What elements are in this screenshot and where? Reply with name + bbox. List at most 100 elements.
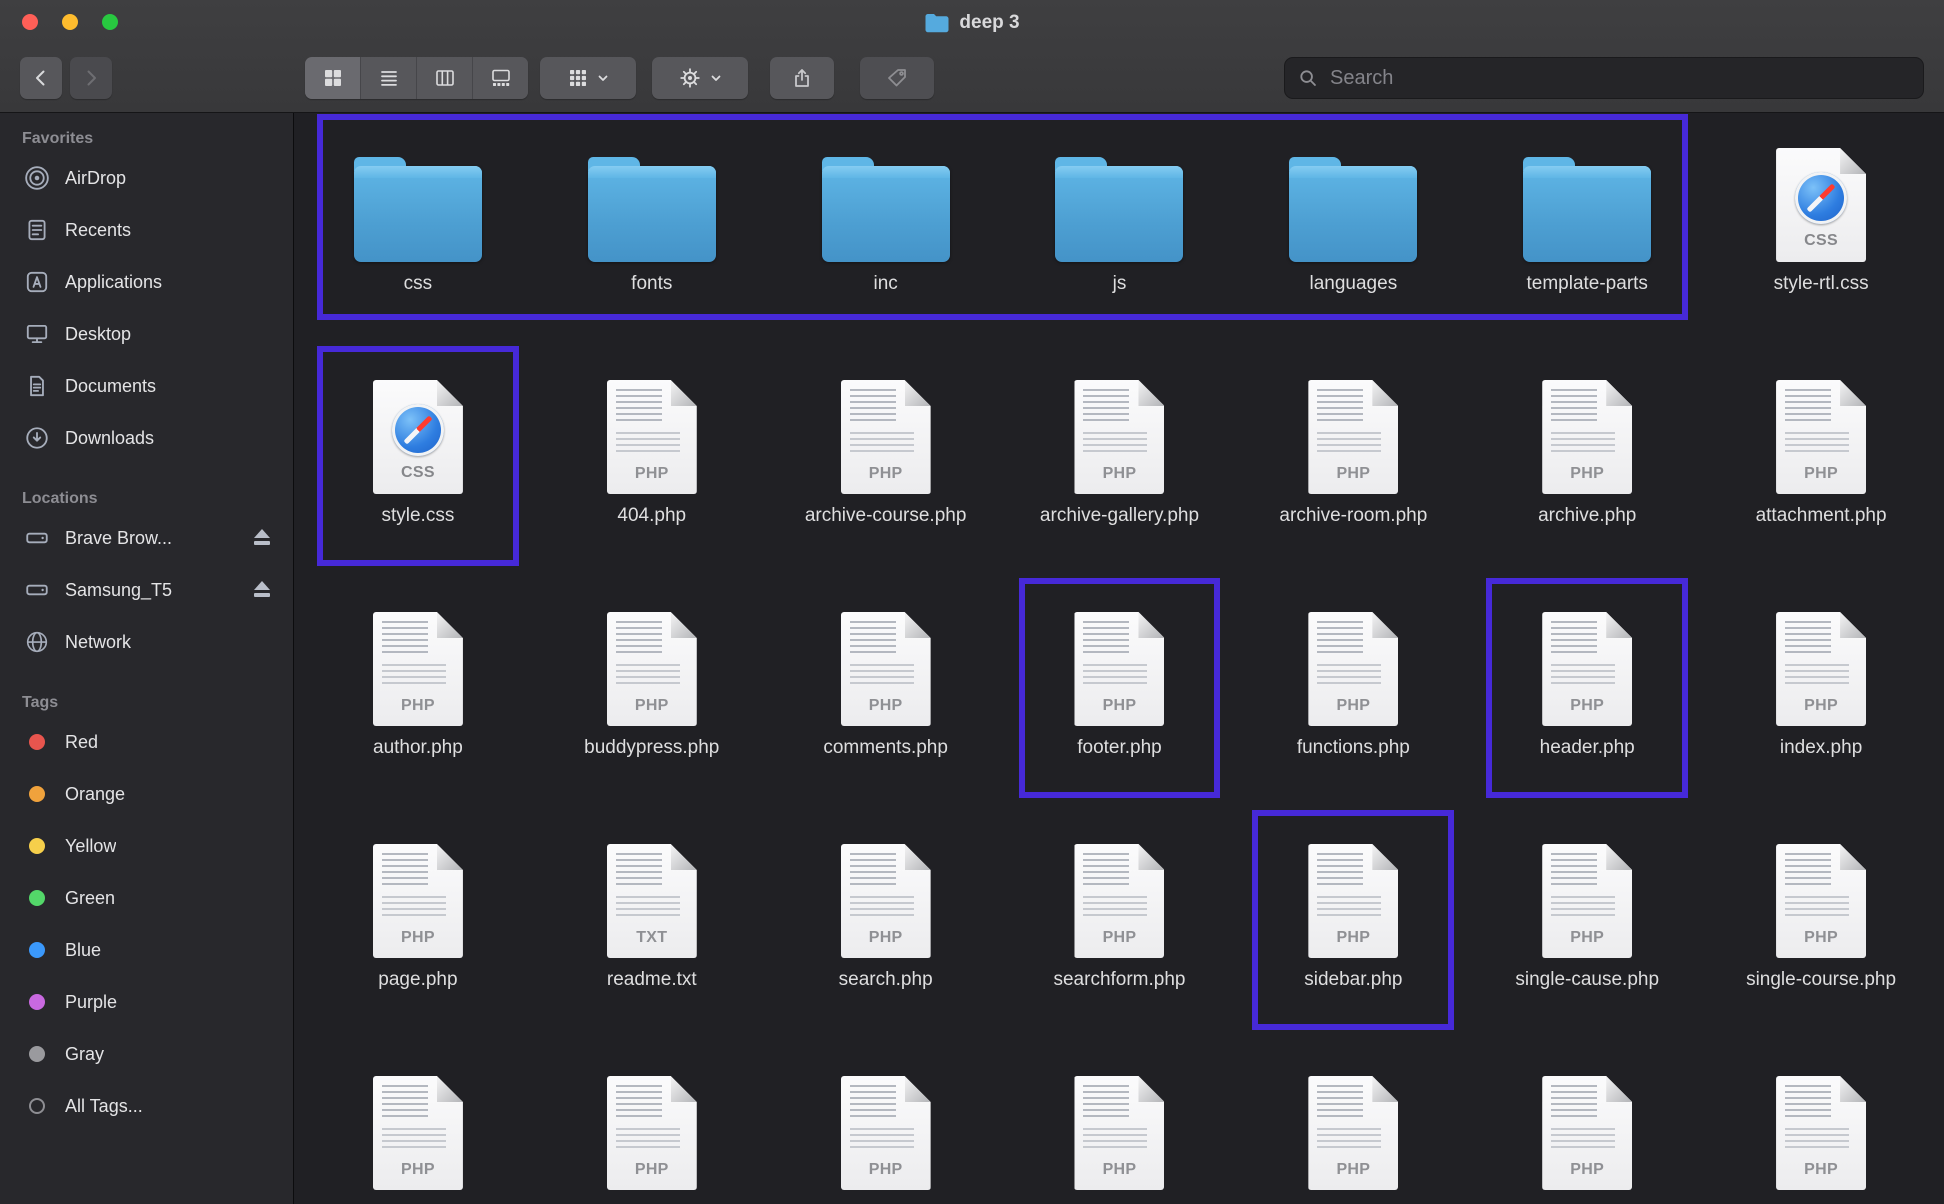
php-file-icon: PHP	[372, 844, 463, 958]
code-preview-lines	[849, 432, 914, 454]
file-item[interactable]: PHP	[769, 1040, 1003, 1204]
file-item[interactable]: PHP	[301, 1040, 535, 1204]
php-file-icon: PHP	[1776, 1076, 1867, 1190]
chevron-down-icon	[598, 75, 607, 81]
file-header-php[interactable]: PHP header.php	[1470, 576, 1704, 808]
file-404-php[interactable]: PHP 404.php	[535, 344, 769, 576]
sidebar-item-network[interactable]: Network	[0, 616, 293, 668]
file-buddypress-php[interactable]: PHP buddypress.php	[535, 576, 769, 808]
back-button[interactable]	[20, 57, 62, 99]
view-list-button[interactable]	[361, 57, 416, 99]
file-item[interactable]: PHP	[1003, 1040, 1237, 1204]
file-style-css[interactable]: CSS style.css	[301, 344, 535, 576]
tag-dot-icon	[29, 994, 45, 1010]
page-fold	[1606, 844, 1633, 870]
folder-js[interactable]: js	[1003, 112, 1237, 344]
file-archive-room-php[interactable]: PHP archive-room.php	[1236, 344, 1470, 576]
folder-fonts[interactable]: fonts	[535, 112, 769, 344]
search-input[interactable]	[1328, 65, 1911, 91]
view-gallery-button[interactable]	[473, 57, 528, 99]
file-label: comments.php	[823, 737, 948, 758]
folder-icon	[1523, 157, 1652, 262]
file-readme-txt[interactable]: TXT readme.txt	[535, 808, 769, 1040]
page-fold	[904, 612, 931, 638]
sidebar-item-brave-brow[interactable]: Brave Brow...	[0, 512, 293, 564]
file-label: archive-course.php	[804, 505, 967, 526]
page-fold	[1372, 612, 1399, 638]
sidebar-item-recents[interactable]: Recents	[0, 204, 293, 256]
file-archive-php[interactable]: PHP archive.php	[1470, 344, 1704, 576]
view-columns-button[interactable]	[417, 57, 472, 99]
file-item[interactable]: PHP	[1704, 1040, 1938, 1204]
file-author-php[interactable]: PHP author.php	[301, 576, 535, 808]
code-preview-lines	[381, 896, 446, 918]
sidebar-item-documents[interactable]: Documents	[0, 360, 293, 412]
sidebar-item-desktop[interactable]: Desktop	[0, 308, 293, 360]
file-style-rtl-css[interactable]: CSS style-rtl.css	[1704, 112, 1938, 344]
sidebar-item-samsung-t5[interactable]: Samsung_T5	[0, 564, 293, 616]
applications-icon	[22, 267, 52, 297]
share-button[interactable]	[770, 57, 834, 99]
sidebar-item-label: Applications	[65, 271, 163, 292]
file-single-course-php[interactable]: PHP single-course.php	[1704, 808, 1938, 1040]
actions-button[interactable]	[652, 57, 748, 99]
page-fold	[670, 612, 697, 638]
tag-dot-icon	[29, 838, 45, 854]
view-icons-button[interactable]	[305, 57, 360, 99]
file-label: single-cause.php	[1515, 969, 1660, 990]
tag-dot-icon	[29, 890, 45, 906]
page-fold	[1372, 1076, 1399, 1102]
sidebar-tag-all-tags[interactable]: All Tags...	[0, 1080, 293, 1132]
file-item[interactable]: PHP	[535, 1040, 769, 1204]
file-search-php[interactable]: PHP search.php	[769, 808, 1003, 1040]
tags-button[interactable]	[860, 57, 934, 99]
sidebar-item-label: Yellow	[65, 835, 117, 856]
group-by-button[interactable]	[540, 57, 636, 99]
folder-css[interactable]: css	[301, 112, 535, 344]
file-page-php[interactable]: PHP page.php	[301, 808, 535, 1040]
file-item[interactable]: PHP	[1236, 1040, 1470, 1204]
code-preview-lines	[1551, 1128, 1616, 1150]
page-fold	[670, 1076, 697, 1102]
sidebar-item-airdrop[interactable]: AirDrop	[0, 152, 293, 204]
sidebar-item-downloads[interactable]: Downloads	[0, 412, 293, 464]
code-preview-lines	[1317, 621, 1364, 657]
file-footer-php[interactable]: PHP footer.php	[1003, 576, 1237, 808]
search-field	[1284, 57, 1924, 99]
file-type-badge: PHP	[868, 1161, 903, 1178]
page-fold	[1606, 1076, 1633, 1102]
window-title: deep 3	[959, 11, 1020, 33]
sidebar-tag-orange[interactable]: Orange	[0, 768, 293, 820]
file-type-badge: PHP	[1336, 929, 1371, 946]
sidebar-tag-gray[interactable]: Gray	[0, 1028, 293, 1080]
file-functions-php[interactable]: PHP functions.php	[1236, 576, 1470, 808]
file-comments-php[interactable]: PHP comments.php	[769, 576, 1003, 808]
tag-dot-icon	[29, 942, 45, 958]
file-sidebar-php[interactable]: PHP sidebar.php	[1236, 808, 1470, 1040]
sidebar-item-label: All Tags...	[65, 1095, 143, 1116]
page-fold	[1372, 844, 1399, 870]
sidebar-tag-red[interactable]: Red	[0, 716, 293, 768]
file-archive-gallery-php[interactable]: PHP archive-gallery.php	[1003, 344, 1237, 576]
file-item[interactable]: PHP	[1470, 1040, 1704, 1204]
file-searchform-php[interactable]: PHP searchform.php	[1003, 808, 1237, 1040]
eject-icon[interactable]	[251, 528, 273, 548]
code-preview-lines	[615, 389, 662, 425]
folder-template-parts[interactable]: template-parts	[1470, 112, 1704, 344]
sidebar-tag-green[interactable]: Green	[0, 872, 293, 924]
sidebar-tag-yellow[interactable]: Yellow	[0, 820, 293, 872]
file-single-cause-php[interactable]: PHP single-cause.php	[1470, 808, 1704, 1040]
file-archive-course-php[interactable]: PHP archive-course.php	[769, 344, 1003, 576]
file-index-php[interactable]: PHP index.php	[1704, 576, 1938, 808]
eject-icon[interactable]	[251, 580, 273, 600]
sidebar-item-applications[interactable]: Applications	[0, 256, 293, 308]
search-icon	[1300, 70, 1316, 86]
desktop-icon	[22, 319, 52, 349]
sidebar-tag-blue[interactable]: Blue	[0, 924, 293, 976]
folder-languages[interactable]: languages	[1236, 112, 1470, 344]
code-preview-lines	[1551, 621, 1598, 657]
forward-button[interactable]	[70, 57, 112, 99]
file-attachment-php[interactable]: PHP attachment.php	[1704, 344, 1938, 576]
folder-inc[interactable]: inc	[769, 112, 1003, 344]
sidebar-tag-purple[interactable]: Purple	[0, 976, 293, 1028]
